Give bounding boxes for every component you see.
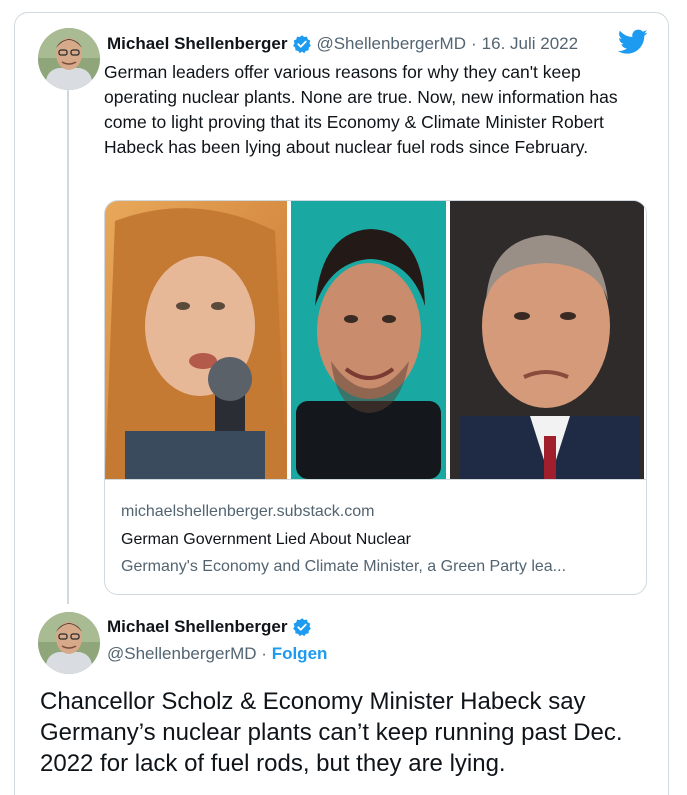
- tweet-header: Michael Shellenberger @ShellenbergerMD ·…: [107, 33, 578, 55]
- verified-badge-icon: [292, 34, 312, 54]
- photo-panel-left: [105, 201, 287, 479]
- author-avatar[interactable]: [38, 612, 100, 674]
- main-tweet-text: Chancellor Scholz & Economy Minister Hab…: [40, 688, 623, 777]
- tweet-date-link[interactable]: 16. Juli 2022: [482, 34, 578, 54]
- link-domain: michaelshellenberger.substack.com: [121, 503, 375, 520]
- thread-connector-line: [67, 88, 69, 604]
- author-avatar[interactable]: [38, 28, 100, 90]
- link-description: Germany's Economy and Climate Minister, …: [121, 558, 567, 575]
- link-preview-image: [105, 201, 646, 479]
- author-handle[interactable]: @ShellenbergerMD: [316, 34, 466, 54]
- tweet-body-text: German leaders offer various reasons for…: [104, 62, 618, 157]
- photo-panel-middle: [291, 201, 446, 479]
- author-name[interactable]: Michael Shellenberger: [107, 34, 287, 54]
- link-title: German Government Lied About Nuclear: [121, 531, 411, 548]
- tweet-author-row: Michael Shellenberger: [107, 617, 316, 637]
- follow-button[interactable]: Folgen: [272, 644, 328, 663]
- separator-dot: ·: [261, 644, 267, 663]
- separator-dot: ·: [471, 34, 477, 53]
- tweet-handle-row: @ShellenbergerMD · Folgen: [107, 644, 327, 664]
- author-name[interactable]: Michael Shellenberger: [107, 617, 287, 637]
- photo-panel-right: [450, 201, 644, 479]
- link-card-divider: [105, 479, 646, 480]
- author-handle[interactable]: @ShellenbergerMD: [107, 644, 257, 663]
- link-preview-card[interactable]: michaelshellenberger.substack.com German…: [104, 200, 647, 595]
- verified-badge-icon: [292, 617, 312, 637]
- twitter-bird-icon[interactable]: [617, 29, 648, 55]
